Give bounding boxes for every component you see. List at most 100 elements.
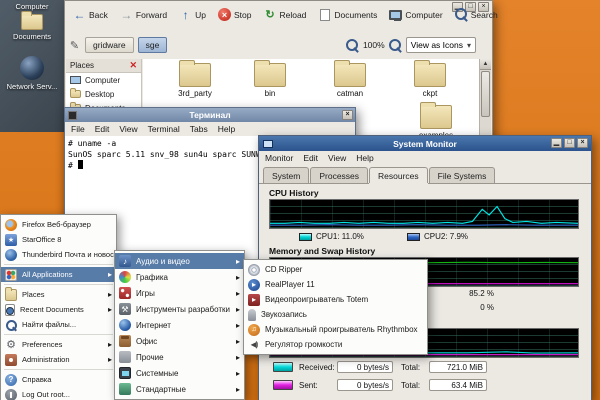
menu-item-administration[interactable]: Administration	[1, 352, 116, 367]
scrollbar-thumb[interactable]	[481, 71, 490, 117]
menu-item-audio-video[interactable]: Аудио и видео	[115, 253, 244, 269]
folder-item-3rd_party[interactable]: 3rd_party	[160, 63, 230, 98]
zoom-level: 100%	[363, 40, 385, 50]
menu-item-label: Preferences	[22, 340, 62, 349]
menu-edit[interactable]: Edit	[303, 153, 318, 163]
system-icon	[119, 367, 131, 379]
menu-monitor[interactable]: Monitor	[265, 153, 293, 163]
back-button[interactable]: Back	[68, 4, 113, 25]
folder-item-catman[interactable]: catman	[315, 63, 385, 98]
reload-button[interactable]: Reload	[258, 4, 311, 25]
menu-item-office[interactable]: Офис	[115, 333, 244, 349]
audio-video-icon	[119, 255, 131, 267]
folder-icon	[254, 63, 286, 87]
menu-view[interactable]: View	[328, 153, 346, 163]
documents-button[interactable]: Documents	[313, 4, 382, 25]
menu-tabs[interactable]: Tabs	[190, 124, 208, 134]
menu-item-cd-ripper[interactable]: CD Ripper	[244, 262, 427, 277]
menu-item-other[interactable]: Прочие	[115, 349, 244, 365]
zoom-in-icon[interactable]	[389, 39, 402, 52]
tab-system[interactable]: System	[263, 167, 309, 183]
menu-item-all-applications[interactable]: All Applications	[1, 267, 116, 282]
menu-item-staroffice[interactable]: StarOffice 8	[1, 232, 116, 247]
logout-icon	[5, 389, 17, 400]
maximize-icon[interactable]: □	[564, 138, 575, 148]
menu-item-find-files[interactable]: Найти файлы...	[1, 317, 116, 332]
tab-processes[interactable]: Processes	[310, 167, 368, 183]
search-button[interactable]: Search	[450, 4, 503, 25]
sidebar-item-computer[interactable]: Computer	[66, 73, 141, 87]
folder-item-ckpt[interactable]: ckpt	[395, 63, 465, 98]
menu-item-label: Аудио и видео	[136, 257, 190, 266]
stop-label: Stop	[234, 10, 252, 20]
menu-item-graphics[interactable]: Графика	[115, 269, 244, 285]
menu-item-volume-control[interactable]: Регулятор громкости	[244, 337, 427, 352]
menu-view[interactable]: View	[119, 124, 137, 134]
desktop-icon-network-label: Network Serv...	[7, 82, 58, 91]
menu-item-preferences[interactable]: Preferences	[1, 337, 116, 352]
folder-icon	[414, 63, 446, 87]
tab-resources[interactable]: Resources	[369, 167, 428, 183]
up-button[interactable]: Up	[174, 4, 211, 25]
folder-icon	[5, 289, 17, 301]
menu-item-rhythmbox[interactable]: Музыкальный проигрыватель Rhythmbox	[244, 322, 427, 337]
menu-item-help[interactable]: Справка	[1, 372, 116, 387]
minimize-icon[interactable]: ▁	[551, 138, 562, 148]
terminal-titlebar[interactable]: Терминал ×	[65, 108, 355, 122]
close-icon[interactable]: ×	[342, 110, 353, 120]
menu-item-label: RealPlayer 11	[265, 280, 315, 289]
menu-item-recent-documents[interactable]: Recent Documents	[1, 302, 116, 317]
development-icon	[119, 303, 131, 315]
menu-item-accessories[interactable]: Стандартные	[115, 381, 244, 397]
menu-item-firefox[interactable]: Firefox Веб-браузер	[1, 217, 116, 232]
stop-icon	[218, 8, 231, 21]
up-label: Up	[195, 10, 206, 20]
menu-item-places[interactable]: Places	[1, 287, 116, 302]
menu-item-label: Интернет	[136, 321, 171, 330]
menu-edit[interactable]: Edit	[95, 124, 110, 134]
folder-icon	[21, 14, 43, 30]
menu-file[interactable]: File	[71, 124, 85, 134]
scroll-up-icon[interactable]: ▲	[480, 59, 491, 70]
menu-item-system[interactable]: Системные	[115, 365, 244, 381]
thunderbird-icon	[5, 249, 17, 261]
edit-location-icon[interactable]	[68, 39, 81, 52]
menu-item-realplayer[interactable]: RealPlayer 11	[244, 277, 427, 292]
menu-item-thunderbird[interactable]: Thunderbird Почта и новости	[1, 247, 116, 262]
tab-file-systems[interactable]: File Systems	[429, 167, 496, 183]
up-icon	[179, 8, 192, 21]
path-button-sge[interactable]: sge	[138, 37, 168, 53]
menu-help[interactable]: Help	[218, 124, 235, 134]
menu-item-internet[interactable]: Интернет	[115, 317, 244, 333]
view-mode-combo[interactable]: View as Icons	[406, 37, 476, 53]
sidebar-item-desktop[interactable]: Desktop	[66, 87, 141, 101]
desktop-icon-documents[interactable]: Documents	[0, 14, 64, 41]
folder-icon	[334, 63, 366, 87]
menu-item-games[interactable]: Игры	[115, 285, 244, 301]
folder-item-bin[interactable]: bin	[235, 63, 305, 98]
system-monitor-titlebar[interactable]: System Monitor ▁ □ ×	[259, 136, 591, 151]
zoom-out-icon[interactable]	[346, 39, 359, 52]
path-button-gridware[interactable]: gridware	[85, 37, 134, 53]
menu-item-label: Игры	[136, 289, 155, 298]
desktop: Computer Documents Network Serv... ▁ □ ×…	[0, 0, 600, 400]
menu-item-sound-recorder[interactable]: Звукозапись	[244, 307, 427, 322]
stop-button[interactable]: Stop	[213, 4, 257, 25]
system-monitor-title: System Monitor	[259, 139, 591, 149]
menu-item-development[interactable]: Инструменты разработки	[115, 301, 244, 317]
received-color-chip	[273, 362, 293, 372]
computer-button[interactable]: Computer	[384, 4, 447, 25]
menu-item-label: Стандартные	[136, 385, 186, 394]
menu-help[interactable]: Help	[356, 153, 373, 163]
menu-item-logout[interactable]: Log Out root...	[1, 387, 116, 400]
menu-terminal[interactable]: Terminal	[148, 124, 180, 134]
folder-icon	[179, 63, 211, 87]
forward-button[interactable]: Forward	[115, 4, 172, 25]
close-sidebar-icon[interactable]: ✕	[129, 60, 137, 71]
menu-item-label: Thunderbird Почта и новости	[22, 250, 116, 259]
desktop-icon-computer[interactable]: Computer	[0, 2, 64, 11]
folder-label: bin	[235, 89, 305, 98]
menu-item-totem[interactable]: Видеопроигрыватель Totem	[244, 292, 427, 307]
close-icon[interactable]: ×	[577, 138, 588, 148]
desktop-icon-network[interactable]: Network Serv...	[0, 56, 64, 91]
